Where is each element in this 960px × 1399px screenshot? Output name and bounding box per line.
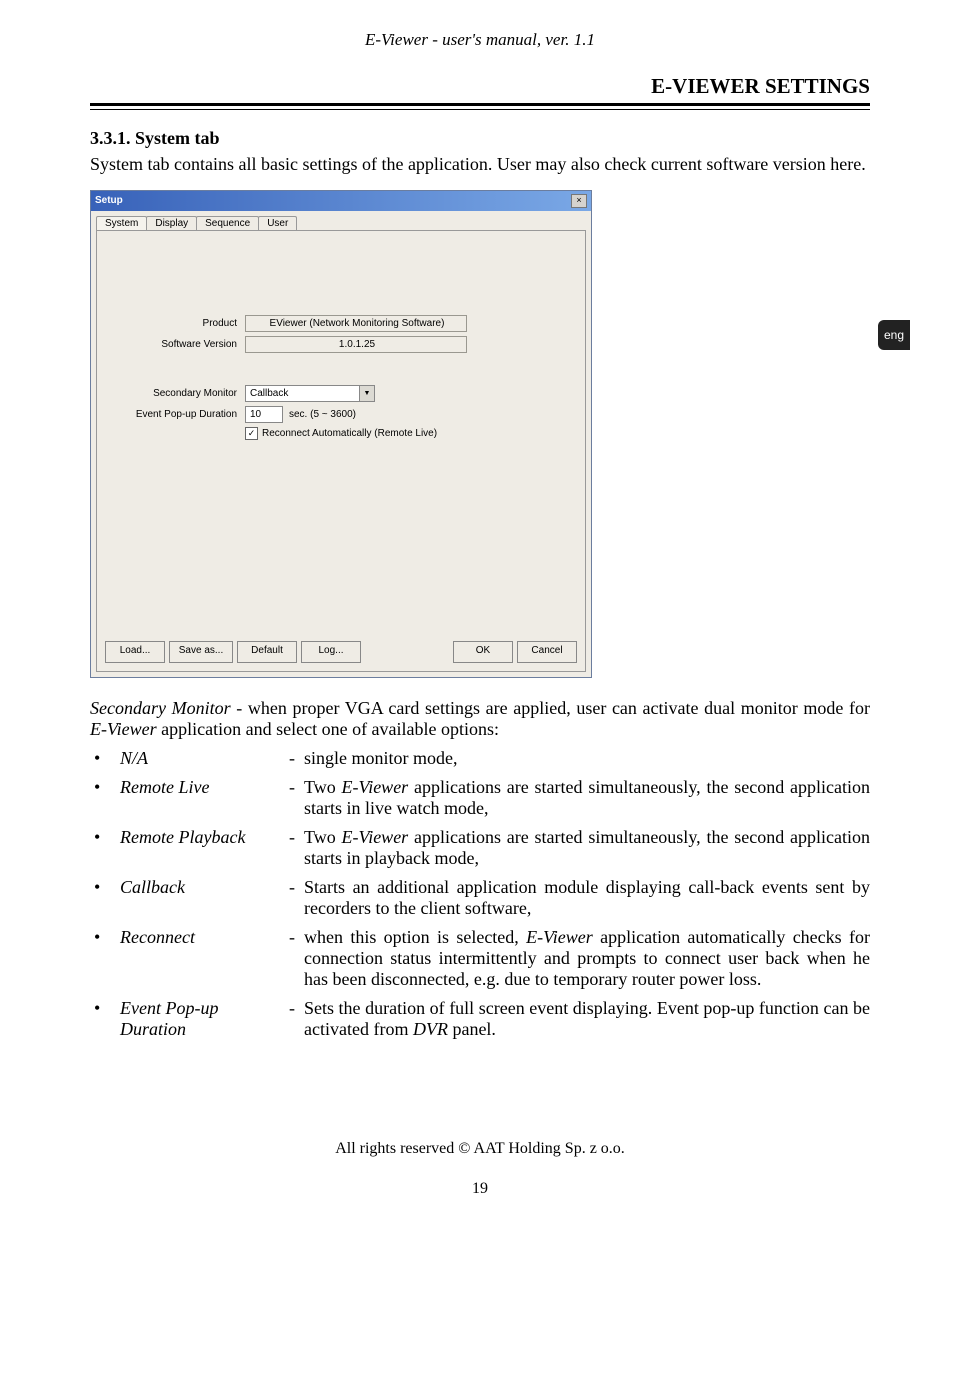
bullet-icon: • xyxy=(94,927,120,990)
definition-item: •Remote Live-Two E-Viewer applications a… xyxy=(94,777,870,819)
save-as-button[interactable]: Save as... xyxy=(169,641,233,663)
definition-description: Sets the duration of full screen event d… xyxy=(304,998,870,1040)
close-icon[interactable]: × xyxy=(571,194,587,208)
tab-sequence[interactable]: Sequence xyxy=(196,216,259,230)
chevron-down-icon[interactable]: ▼ xyxy=(359,385,375,402)
bullet-icon: • xyxy=(94,827,120,869)
tab-user[interactable]: User xyxy=(258,216,297,230)
intro-paragraph: System tab contains all basic settings o… xyxy=(90,153,870,176)
dash: - xyxy=(280,927,304,990)
load-button[interactable]: Load... xyxy=(105,641,165,663)
dash: - xyxy=(280,877,304,919)
definition-description: Two E-Viewer applications are started si… xyxy=(304,827,870,869)
titlebar: Setup × xyxy=(91,191,591,211)
reconnect-checkbox[interactable]: ✓ xyxy=(245,427,258,440)
dash: - xyxy=(280,998,304,1040)
bullet-icon: • xyxy=(94,998,120,1040)
button-bar: Load... Save as... Default Log... OK Can… xyxy=(105,641,577,663)
log-button[interactable]: Log... xyxy=(301,641,361,663)
setup-window: Setup × System Display Sequence User Pro… xyxy=(90,190,592,678)
definition-description: Two E-Viewer applications are started si… xyxy=(304,777,870,819)
setup-screenshot: Setup × System Display Sequence User Pro… xyxy=(90,190,870,678)
bullet-icon: • xyxy=(94,748,120,769)
bullet-icon: • xyxy=(94,877,120,919)
section-title: E-VIEWER SETTINGS xyxy=(90,74,870,99)
definition-description: when this option is selected, E-Viewer a… xyxy=(304,927,870,990)
popup-duration-input[interactable]: 10 xyxy=(245,406,283,423)
cancel-button[interactable]: Cancel xyxy=(517,641,577,663)
page-number: 19 xyxy=(90,1180,870,1198)
tab-display[interactable]: Display xyxy=(146,216,197,230)
tab-strip: System Display Sequence User xyxy=(91,211,591,230)
definitions-intro: Secondary Monitor - when proper VGA card… xyxy=(90,698,870,740)
definition-description: single monitor mode, xyxy=(304,748,870,769)
definition-item: •Reconnect-when this option is selected,… xyxy=(94,927,870,990)
definition-description: Starts an additional application module … xyxy=(304,877,870,919)
definition-item: •Callback-Starts an additional applicati… xyxy=(94,877,870,919)
definition-term: Callback xyxy=(120,877,280,919)
default-button[interactable]: Default xyxy=(237,641,297,663)
version-value: 1.0.1.25 xyxy=(245,336,467,353)
divider xyxy=(90,103,870,110)
definition-term: N/A xyxy=(120,748,280,769)
secondary-monitor-combo[interactable]: Callback ▼ xyxy=(245,385,375,402)
dash: - xyxy=(280,777,304,819)
product-label: Product xyxy=(97,318,245,329)
reconnect-label: Reconnect Automatically (Remote Live) xyxy=(262,428,437,439)
version-label: Software Version xyxy=(97,339,245,350)
window-title: Setup xyxy=(95,195,571,206)
popup-duration-suffix: sec. (5 ~ 3600) xyxy=(289,409,356,420)
definition-term: Event Pop-up Duration xyxy=(120,998,280,1040)
definition-item: •Remote Playback-Two E-Viewer applicatio… xyxy=(94,827,870,869)
dash: - xyxy=(280,748,304,769)
definition-term: Reconnect xyxy=(120,927,280,990)
secondary-monitor-value[interactable]: Callback xyxy=(245,385,360,402)
definition-term: Remote Playback xyxy=(120,827,280,869)
secondary-monitor-label: Secondary Monitor xyxy=(97,388,245,399)
popup-duration-label: Event Pop-up Duration xyxy=(97,409,245,420)
dash: - xyxy=(280,827,304,869)
subsection-heading: 3.3.1. System tab xyxy=(90,128,870,149)
bullet-icon: • xyxy=(94,777,120,819)
definitions-list: •N/A-single monitor mode,•Remote Live-Tw… xyxy=(94,748,870,1040)
definition-item: •N/A-single monitor mode, xyxy=(94,748,870,769)
language-tab: eng xyxy=(878,320,910,350)
definition-term: Remote Live xyxy=(120,777,280,819)
product-value: EViewer (Network Monitoring Software) xyxy=(245,315,467,332)
tab-system[interactable]: System xyxy=(96,216,147,230)
definition-item: •Event Pop-up Duration-Sets the duration… xyxy=(94,998,870,1040)
footer: All rights reserved © AAT Holding Sp. z … xyxy=(90,1140,870,1158)
ok-button[interactable]: OK xyxy=(453,641,513,663)
doc-header: E-Viewer - user's manual, ver. 1.1 xyxy=(90,30,870,50)
tab-panel: Product EViewer (Network Monitoring Soft… xyxy=(96,230,586,672)
